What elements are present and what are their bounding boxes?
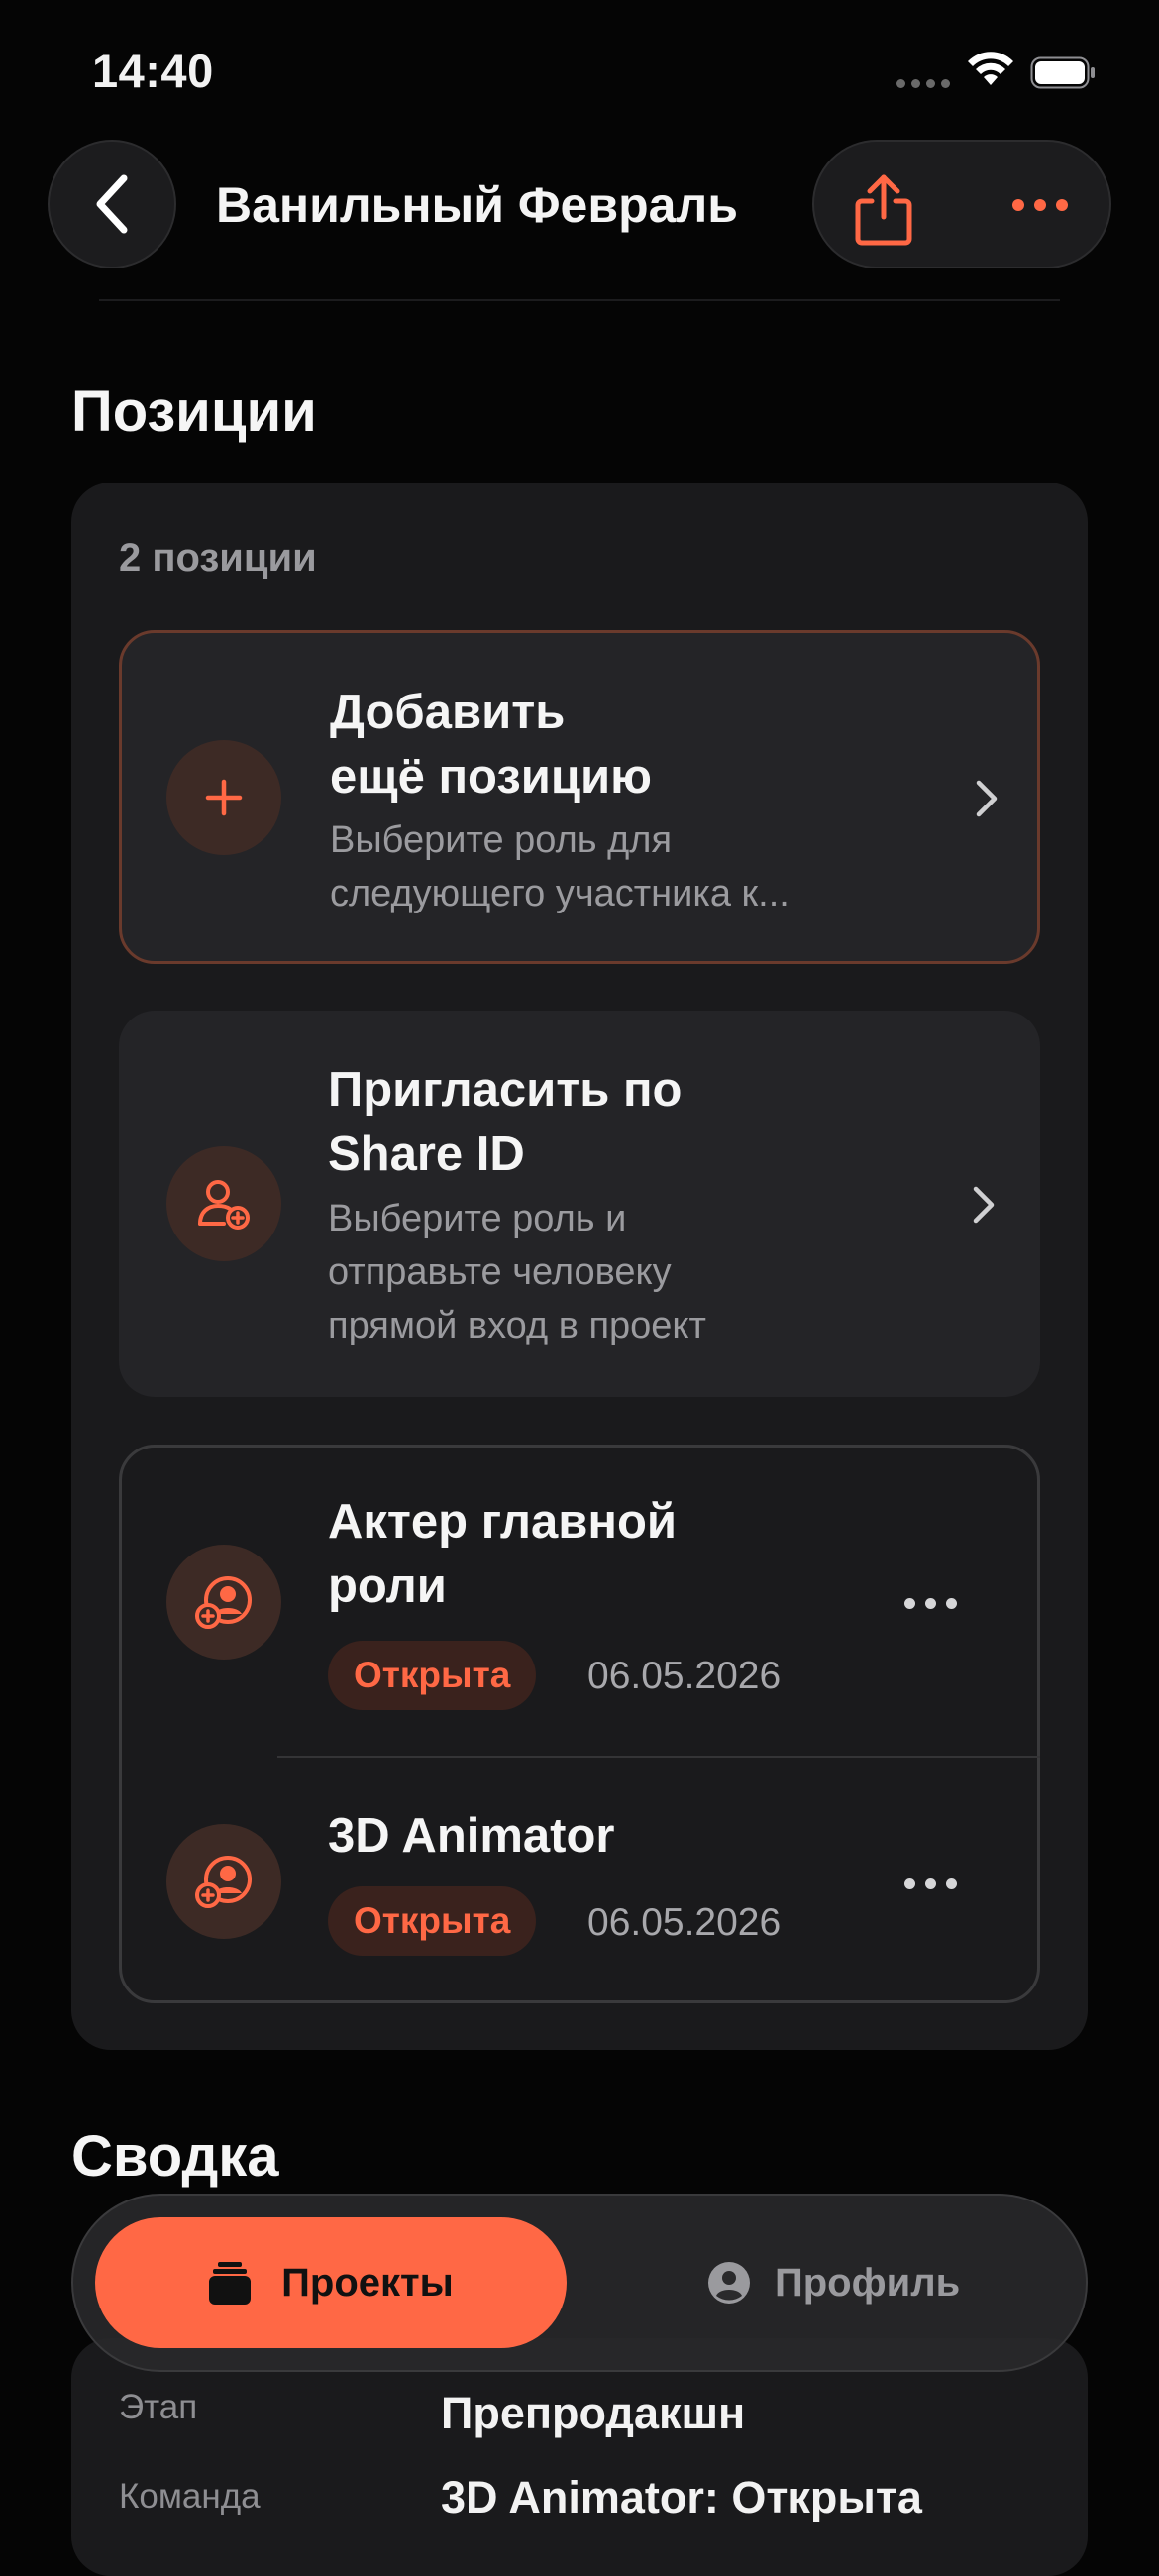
cellular-signal-icon bbox=[896, 79, 950, 91]
role-add-icon bbox=[195, 1576, 252, 1629]
share-icon[interactable] bbox=[852, 171, 915, 247]
add-position-subtitle-line2: следующего участника к... bbox=[330, 873, 790, 914]
profile-icon bbox=[708, 2262, 750, 2304]
header-actions bbox=[812, 140, 1111, 268]
role-more-icon[interactable] bbox=[904, 1598, 957, 1609]
status-badge: Открыта bbox=[328, 1886, 537, 1956]
battery-icon bbox=[1030, 56, 1095, 89]
chevron-right-icon bbox=[976, 780, 998, 817]
invite-share-id-button[interactable]: Пригласить по Share ID Выберите роль и о… bbox=[119, 1011, 1040, 1397]
roles-list: Актер главной роли Открыта 06.05.2026 3D… bbox=[119, 1445, 1040, 2003]
tab-projects-label: Проекты bbox=[281, 2260, 454, 2305]
summary-label-stage: Этап bbox=[119, 2388, 198, 2426]
summary-value-stage: Препродакшн bbox=[441, 2388, 746, 2438]
add-position-subtitle-line1: Выберите роль для bbox=[330, 819, 673, 861]
tab-bar: Проекты Профиль bbox=[71, 2194, 1088, 2372]
plus-icon bbox=[205, 779, 243, 816]
projects-icon bbox=[209, 2262, 252, 2305]
role-date: 06.05.2026 bbox=[587, 1901, 782, 1944]
add-person-icon bbox=[198, 1180, 250, 1230]
more-icon[interactable] bbox=[1012, 199, 1068, 211]
invite-title-line2: Share ID bbox=[328, 1127, 525, 1181]
role-more-icon[interactable] bbox=[904, 1878, 957, 1889]
add-position-title-line2: ещё позицию bbox=[330, 750, 652, 804]
back-chevron-icon bbox=[96, 174, 128, 234]
role-title-line2: роли bbox=[328, 1559, 447, 1613]
tab-profile-label: Профиль bbox=[775, 2260, 961, 2305]
header-divider bbox=[99, 299, 1060, 301]
role-add-icon bbox=[195, 1856, 252, 1908]
add-position-title-line1: Добавить bbox=[330, 686, 566, 739]
invite-subtitle-line3: прямой вход в проект bbox=[328, 1305, 706, 1346]
role-title-line1: 3D Animator bbox=[328, 1809, 615, 1863]
invite-title-line1: Пригласить по bbox=[328, 1063, 683, 1117]
summary-card: Этап Препродакшн Команда 3D Animator: От… bbox=[71, 2338, 1088, 2576]
add-position-button[interactable]: Добавить ещё позицию Выберите роль для с… bbox=[119, 630, 1040, 964]
role-date: 06.05.2026 bbox=[587, 1655, 782, 1697]
summary-label-team: Команда bbox=[119, 2477, 261, 2516]
tab-projects[interactable]: Проекты bbox=[95, 2217, 567, 2348]
positions-count: 2 позиции bbox=[119, 536, 317, 580]
invite-subtitle-line1: Выберите роль и bbox=[328, 1198, 627, 1239]
tab-profile[interactable]: Профиль bbox=[707, 2217, 1044, 2348]
role-divider bbox=[277, 1756, 1040, 1758]
role-icon-circle bbox=[166, 1824, 281, 1939]
summary-value-team: 3D Animator: Открыта bbox=[441, 2472, 922, 2522]
chevron-right-icon bbox=[973, 1186, 995, 1224]
add-icon-circle bbox=[166, 740, 281, 855]
status-time: 14:40 bbox=[92, 45, 214, 97]
wifi-icon bbox=[968, 52, 1013, 85]
invite-icon-circle bbox=[166, 1146, 281, 1261]
page-title: Ванильный Февраль bbox=[216, 177, 738, 233]
invite-subtitle-line2: отправьте человеку bbox=[328, 1251, 672, 1293]
role-title-line1: Актер главной bbox=[328, 1495, 678, 1549]
role-icon-circle bbox=[166, 1545, 281, 1660]
back-button[interactable] bbox=[48, 140, 176, 268]
summary-section-title: Сводка bbox=[71, 2124, 279, 2189]
status-badge: Открыта bbox=[328, 1641, 537, 1710]
positions-section-title: Позиции bbox=[71, 379, 317, 444]
